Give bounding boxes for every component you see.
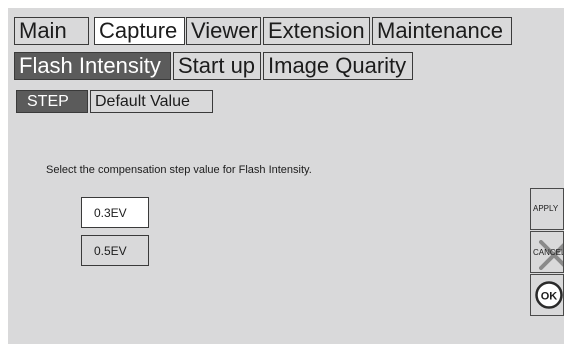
option-label: 0.3EV — [94, 205, 127, 220]
ok-label: OK — [541, 291, 558, 303]
option-label: 0.5EV — [94, 243, 127, 258]
apply-label: APPLY — [533, 204, 559, 213]
tab-image-quarity[interactable]: Image Quarity — [263, 52, 413, 80]
tab-start-up[interactable]: Start up — [173, 52, 261, 80]
tab-label: Image Quarity — [268, 53, 407, 78]
instruction-text: Select the compensation step value for F… — [46, 164, 312, 176]
cancel-button[interactable]: CANCEL — [530, 231, 564, 273]
tab-label: Extension — [268, 18, 365, 43]
tab-viewer[interactable]: Viewer — [186, 17, 261, 45]
tab-label: Default Value — [95, 92, 190, 110]
option-0-3ev[interactable]: 0.3EV — [81, 197, 149, 228]
ok-button[interactable]: OK — [530, 274, 564, 316]
tab-label: Main — [19, 18, 67, 43]
tab-extension[interactable]: Extension — [263, 17, 370, 45]
tab-label: Start up — [178, 53, 256, 78]
cancel-label: CANCEL — [533, 248, 564, 257]
tab-label: Flash Intensity — [19, 53, 161, 78]
tab-step[interactable]: STEP — [16, 90, 88, 113]
tab-capture[interactable]: Capture — [94, 17, 185, 45]
tab-label: STEP — [27, 92, 69, 110]
option-0-5ev[interactable]: 0.5EV — [81, 235, 149, 266]
ok-icon: OK — [535, 281, 563, 309]
tab-label: Capture — [99, 18, 178, 43]
tab-maintenance[interactable]: Maintenance — [372, 17, 512, 45]
tab-label: Viewer — [191, 18, 258, 43]
tab-label: Maintenance — [377, 18, 503, 43]
tab-default-value[interactable]: Default Value — [90, 90, 213, 113]
tab-flash-intensity[interactable]: Flash Intensity — [14, 52, 171, 80]
tab-main[interactable]: Main — [14, 17, 89, 45]
apply-button[interactable]: APPLY — [530, 188, 564, 230]
